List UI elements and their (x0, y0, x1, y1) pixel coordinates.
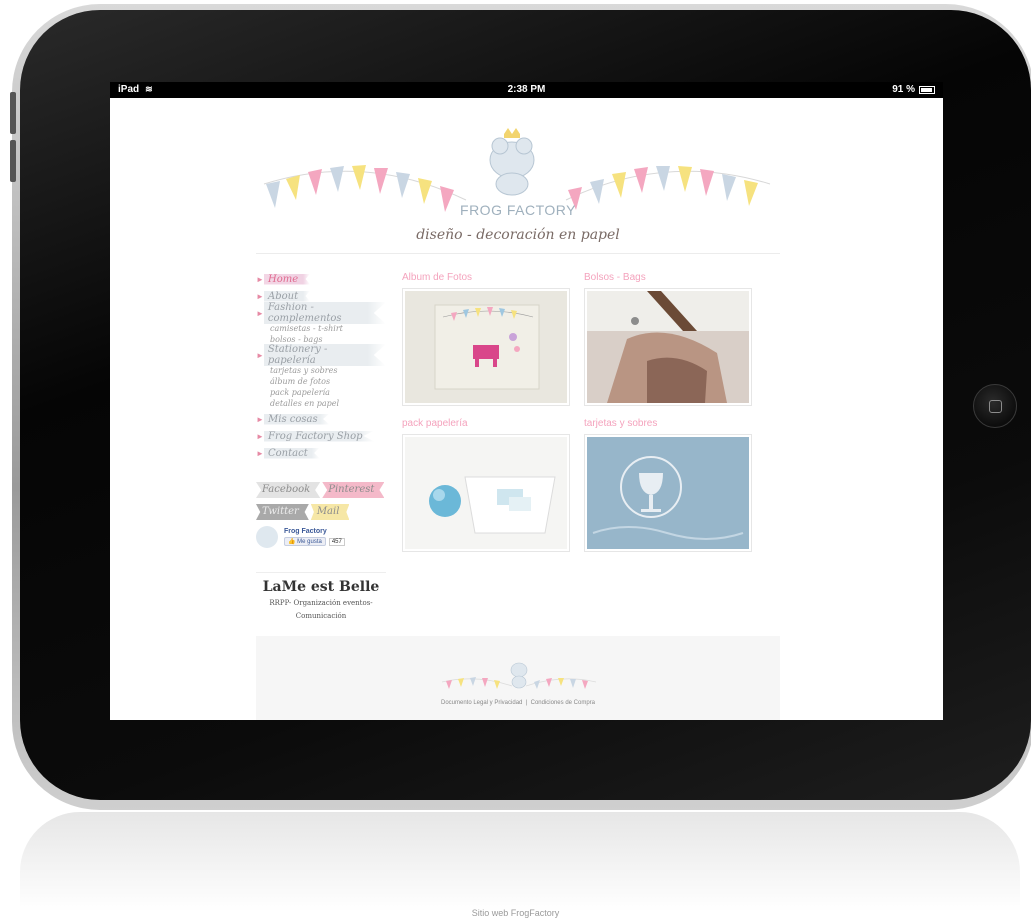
bullet-arrow-icon: ► (256, 308, 264, 318)
sidebar-nav: ► Home ► About ► Fashion - complementos … (256, 272, 386, 463)
image-caption: Sitio web FrogFactory (471, 908, 560, 918)
fb-like-button[interactable]: 👍 Me gusta (284, 537, 326, 546)
nav-sub-detalles[interactable]: detalles en papel (256, 398, 386, 409)
nav-label: Fashion - complementos (263, 302, 386, 324)
nav-sub-bolsos[interactable]: bolsos - bags (256, 334, 386, 345)
legal-link[interactable]: Documento Legal y Privacidad (441, 700, 522, 706)
nav-item-home[interactable]: ► Home (256, 272, 386, 286)
greeting-card-image (587, 437, 749, 549)
nav-item-fashion[interactable]: ► Fashion - complementos (256, 302, 386, 324)
nav-item-about[interactable]: ► About (256, 289, 386, 303)
partner-logo: LaMe est Belle (262, 579, 380, 595)
nav-label: Contact (264, 447, 320, 459)
website: FROG FACTORY diseño - decoración en pape… (256, 102, 780, 720)
nav-label: Stationery - papelería (263, 344, 386, 366)
card-image-cards[interactable] (584, 434, 752, 552)
photo-album-image (405, 291, 567, 403)
partner-description-1: RRPP- Organización eventos- (269, 599, 373, 607)
gallery-card-bags[interactable]: Bolsos - Bags (584, 272, 752, 406)
bullet-arrow-icon: ► (256, 431, 264, 441)
nav-sub-album[interactable]: álbum de fotos (256, 376, 386, 387)
bags-image (587, 291, 749, 403)
card-title: tarjetas y sobres (584, 418, 658, 429)
gallery-card-album[interactable]: Album de Fotos (402, 272, 570, 406)
bullet-arrow-icon: ► (256, 414, 264, 424)
twitter-link[interactable]: Twitter (256, 504, 309, 520)
footer-bunting-logo (441, 662, 597, 689)
frog-mascot-icon (489, 128, 535, 196)
gallery-card-cards[interactable]: tarjetas y sobres (584, 418, 752, 552)
brand-title: FROG FACTORY (460, 202, 576, 218)
battery-percent: 91 % (892, 84, 915, 95)
fb-page-name[interactable]: Frog Factory (284, 528, 345, 535)
site-header: FROG FACTORY diseño - decoración en pape… (256, 102, 780, 252)
avatar (256, 526, 278, 548)
nav-label: Frog Factory Shop (264, 430, 375, 442)
nav-item-contact[interactable]: ► Contact (256, 446, 386, 460)
card-image-album[interactable] (402, 288, 570, 406)
bullet-arrow-icon: ► (256, 350, 264, 360)
header-divider (256, 253, 780, 254)
card-title: Album de Fotos (402, 272, 473, 283)
card-image-bags[interactable] (584, 288, 752, 406)
facebook-like-box: Frog Factory 👍 Me gusta 457 (256, 526, 386, 548)
bullet-arrow-icon: ► (256, 274, 264, 284)
mute-switch (10, 92, 16, 134)
gallery-card-pack[interactable]: pack papelería (402, 418, 570, 552)
status-bar: iPad ≋ 2:38 PM 91 % (110, 82, 943, 98)
footer-separator: | (525, 700, 528, 706)
card-title: Bolsos - Bags (584, 272, 646, 283)
stage: iPad ≋ 2:38 PM 91 % FROG FACTORY diseño … (0, 0, 1031, 921)
nav-item-stationery[interactable]: ► Stationery - papelería (256, 344, 386, 366)
battery-icon (919, 85, 935, 94)
bullet-arrow-icon: ► (256, 291, 264, 301)
nav-label: About (264, 290, 311, 302)
purchase-terms-link[interactable]: Condiciones de Compra (531, 700, 595, 706)
card-title: pack papelería (402, 418, 468, 429)
card-image-pack[interactable] (402, 434, 570, 552)
nav-item-shop[interactable]: ► Frog Factory Shop (256, 429, 386, 443)
mail-link[interactable]: Mail (310, 504, 350, 520)
home-button[interactable] (973, 384, 1017, 428)
status-time: 2:38 PM (507, 84, 546, 95)
partner-description-2: Comunicación (295, 612, 347, 620)
thumbs-up-icon: 👍 (288, 539, 296, 545)
ipad-screen: iPad ≋ 2:38 PM 91 % FROG FACTORY diseño … (110, 82, 943, 720)
fb-like-label: Me gusta (297, 539, 322, 545)
pinterest-link[interactable]: Pinterest (322, 482, 385, 498)
footer-links: Documento Legal y Privacidad | Condicion… (256, 700, 780, 706)
nav-sub-pack[interactable]: pack papelería (256, 387, 386, 398)
site-footer: Documento Legal y Privacidad | Condicion… (256, 636, 780, 720)
nav-item-mis-cosas[interactable]: ► Mis cosas (256, 412, 386, 426)
fb-like-count: 457 (328, 537, 345, 546)
nav-sub-camisetas[interactable]: camisetas - t-shirt (256, 323, 386, 334)
device-reflection (20, 812, 1020, 912)
bullet-arrow-icon: ► (256, 448, 264, 458)
volume-button (10, 140, 16, 182)
nav-sub-tarjetas[interactable]: tarjetas y sobres (256, 365, 386, 376)
nav-label: Mis cosas (264, 413, 330, 425)
nav-label: Home (264, 273, 311, 285)
stationery-pack-image (405, 437, 567, 549)
brand-tagline: diseño - decoración en papel (416, 227, 620, 243)
social-links: Facebook Pinterest Twitter Mail Frog Fac… (256, 482, 386, 548)
partner-logo-block[interactable]: LaMe est Belle RRPP- Organización evento… (256, 572, 386, 621)
home-square-icon (989, 400, 1002, 413)
facebook-link[interactable]: Facebook (256, 482, 321, 498)
